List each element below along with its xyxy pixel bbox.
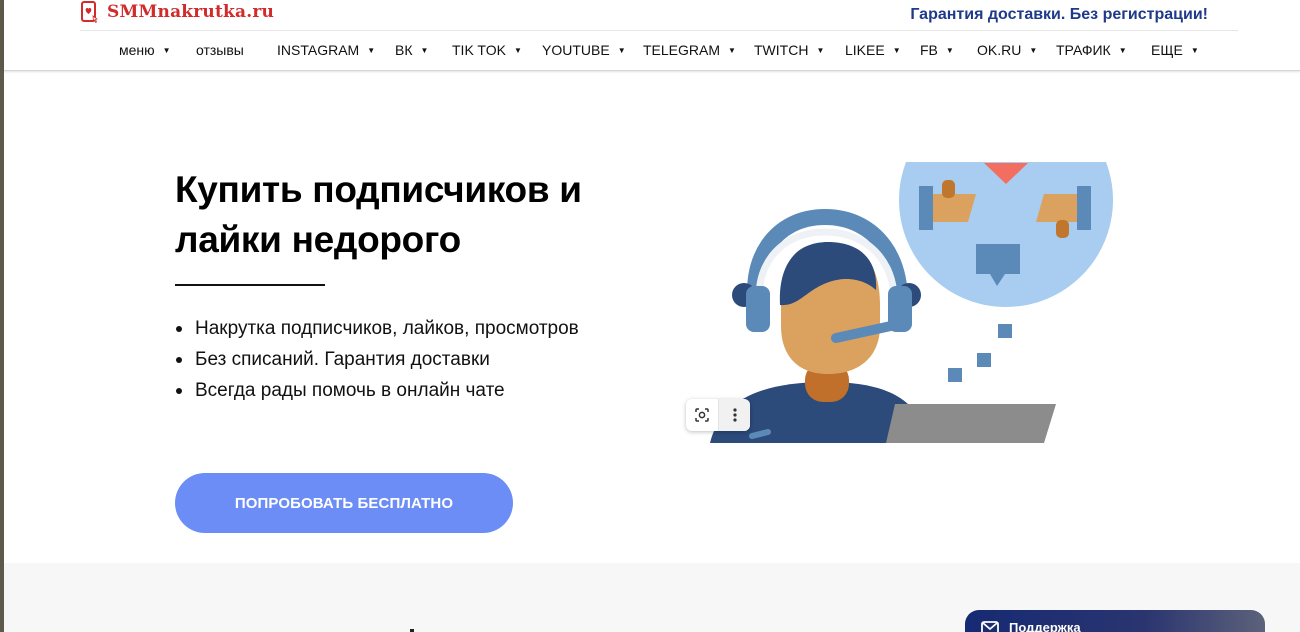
browser-edge-strip <box>0 0 4 632</box>
list-item: Всегда рады помочь в онлайн чате <box>175 375 579 406</box>
image-toolbar <box>686 399 750 431</box>
caret-down-icon: ▼ <box>513 45 522 55</box>
hero-feature-list: Накрутка подписчиков, лайков, просмотров… <box>175 313 579 406</box>
nav-label: TELEGRAM <box>643 42 721 58</box>
list-item: Накрутка подписчиков, лайков, просмотров <box>175 313 579 344</box>
nav-label: LIKEE <box>845 42 885 58</box>
site-header: SMMnakrutka.ru Гарантия доставки. Без ре… <box>4 0 1300 71</box>
nav-label: отзывы <box>196 42 244 58</box>
lens-search-button[interactable] <box>686 399 718 431</box>
caret-down-icon: ▼ <box>728 45 736 55</box>
nav-label: TIK TOK <box>452 42 506 58</box>
caret-down-icon: ▼ <box>945 45 954 55</box>
caret-down-icon: ▼ <box>617 45 626 55</box>
header-topbar: SMMnakrutka.ru Гарантия доставки. Без ре… <box>80 0 1238 31</box>
nav-item-fb[interactable]: FB ▼ <box>920 42 954 58</box>
nav-label: INSTAGRAM <box>277 42 360 58</box>
nav-label: FB <box>920 42 938 58</box>
site-logo[interactable]: SMMnakrutka.ru <box>80 0 274 25</box>
nav-item-okru[interactable]: OK.RU ▼ <box>977 42 1037 58</box>
nav-label: TWITCH <box>754 42 809 58</box>
caret-down-icon: ▼ <box>892 45 901 55</box>
nav-item-more[interactable]: ЕЩЕ ▼ <box>1151 42 1199 58</box>
nav-item-youtube[interactable]: YOUTUBE ▼ <box>542 42 626 58</box>
more-options-button[interactable] <box>718 399 750 431</box>
caret-down-icon: ▼ <box>1190 45 1199 55</box>
nav-item-instagram[interactable]: INSTAGRAM ▼ <box>277 42 375 58</box>
nav-label: меню <box>119 42 155 58</box>
nav-item-traffic[interactable]: ТРАФИК ▼ <box>1056 42 1127 58</box>
nav-item-twitch[interactable]: TWITCH ▼ <box>754 42 824 58</box>
hero-title: Купить подписчиков и лайки недорого <box>175 169 582 260</box>
hero-divider <box>175 284 325 286</box>
nav-item-vk[interactable]: ВК ▼ <box>395 42 428 58</box>
nav-label: YOUTUBE <box>542 42 610 58</box>
caret-down-icon: ▼ <box>367 45 376 55</box>
nav-item-menu[interactable]: меню ▼ <box>119 42 171 58</box>
nav-item-reviews[interactable]: отзывы <box>196 42 244 58</box>
support-label: Поддержка <box>1009 620 1081 632</box>
logo-text: SMMnakrutka.ru <box>107 2 275 22</box>
support-operator-illustration <box>710 162 1113 443</box>
caret-down-icon: ▼ <box>1118 45 1127 55</box>
nav-item-likee[interactable]: LIKEE ▼ <box>845 42 901 58</box>
nav-label: ТРАФИК <box>1056 42 1111 58</box>
header-tagline: Гарантия доставки. Без регистрации! <box>910 6 1208 23</box>
lens-icon <box>695 408 709 422</box>
caret-down-icon: ▼ <box>420 45 429 55</box>
mail-icon <box>981 621 999 632</box>
nav-item-tiktok[interactable]: TIK TOK ▼ <box>452 42 522 58</box>
phone-heart-icon <box>81 1 98 23</box>
caret-down-icon: ▼ <box>1029 45 1038 55</box>
caret-down-icon: ▼ <box>816 45 825 55</box>
try-free-button[interactable]: ПОПРОБОВАТЬ БЕСПЛАТНО <box>175 473 513 533</box>
nav-item-telegram[interactable]: TELEGRAM ▼ <box>643 42 736 58</box>
main-nav: меню ▼ отзывы INSTAGRAM ▼ ВК ▼ TIK TOK ▼ YOU… <box>4 32 1300 70</box>
more-vertical-icon <box>732 408 737 422</box>
list-item: Без списаний. Гарантия доставки <box>175 344 579 375</box>
support-chat-widget[interactable]: Поддержка <box>965 610 1265 632</box>
caret-down-icon: ▼ <box>162 45 171 55</box>
nav-label: ВК <box>395 42 413 58</box>
nav-label: OK.RU <box>977 42 1022 58</box>
nav-label: ЕЩЕ <box>1151 42 1183 58</box>
